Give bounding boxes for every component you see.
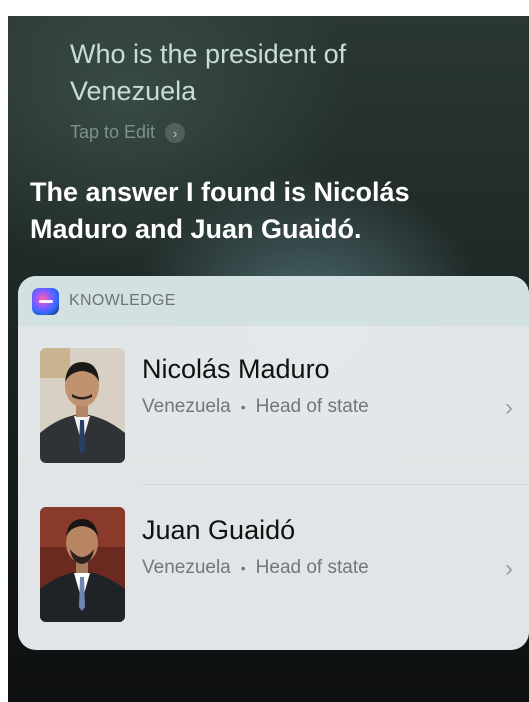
knowledge-item-guaido[interactable]: Juan Guaidó Venezuela • Head of state › bbox=[18, 485, 529, 622]
card-title: KNOWLEDGE bbox=[69, 292, 176, 309]
siri-query-text: Who is the president of Venezuela bbox=[70, 39, 347, 106]
person-country: Venezuela bbox=[142, 557, 231, 578]
tap-to-edit-label: Tap to Edit bbox=[70, 122, 156, 142]
person-country: Venezuela bbox=[142, 396, 231, 417]
card-header: KNOWLEDGE bbox=[18, 276, 529, 326]
tap-to-edit-button[interactable]: Tap to Edit › bbox=[70, 122, 186, 143]
siri-screen: Who is the president of Venezuela Tap to… bbox=[8, 16, 529, 702]
siri-icon bbox=[32, 287, 59, 315]
chevron-right-icon: › bbox=[505, 394, 513, 421]
person-photo bbox=[40, 348, 125, 463]
person-meta: Venezuela • Head of state bbox=[142, 557, 369, 579]
person-meta: Venezuela • Head of state bbox=[142, 396, 369, 418]
siri-answer-text: The answer I found is Nicolás Maduro and… bbox=[30, 177, 410, 244]
person-role: Head of state bbox=[255, 396, 369, 417]
person-role: Head of state bbox=[255, 557, 369, 578]
person-photo bbox=[40, 507, 125, 622]
chevron-right-icon: › bbox=[505, 555, 513, 582]
knowledge-item-maduro[interactable]: Nicolás Maduro Venezuela • Head of state… bbox=[18, 326, 529, 463]
person-name: Nicolás Maduro bbox=[142, 354, 330, 384]
separator-dot: • bbox=[240, 399, 246, 415]
separator-dot: • bbox=[240, 560, 246, 576]
chevron-right-icon: › bbox=[165, 122, 186, 143]
person-name: Juan Guaidó bbox=[142, 515, 296, 545]
knowledge-card: KNOWLEDGE Nicolás Maduro Venezuela • Hea… bbox=[18, 276, 529, 650]
